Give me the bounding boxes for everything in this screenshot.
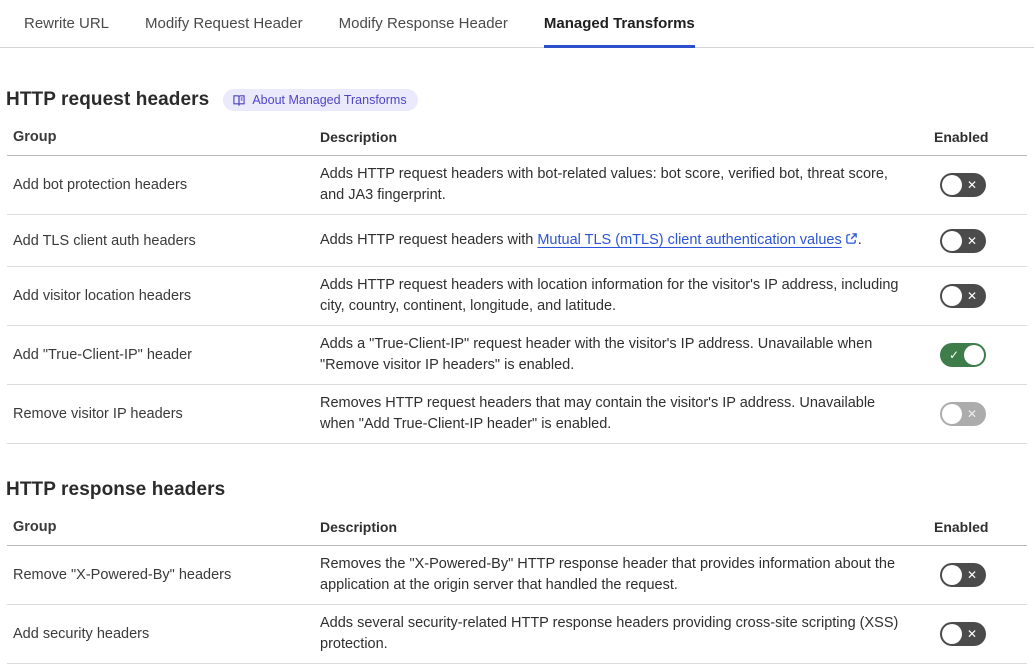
toggle-knob (942, 624, 962, 644)
row-group-label: Remove visitor IP headers (7, 406, 320, 422)
about-managed-transforms-badge[interactable]: About Managed Transforms (223, 89, 417, 111)
toggle-add-bot-protection[interactable]: ✕ (940, 173, 986, 197)
table-row-remove-visitor-ip: Remove visitor IP headers Removes HTTP r… (7, 385, 1027, 444)
column-header-group: Group (7, 519, 320, 535)
table-header-row: Group Description Enabled (7, 515, 1027, 546)
x-icon: ✕ (967, 179, 977, 191)
row-description: Adds HTTP request headers with bot-relat… (320, 164, 934, 206)
toggle-knob (942, 404, 962, 424)
row-group-label: Add bot protection headers (7, 177, 320, 193)
response-headers-section: HTTP response headers Group Description … (0, 479, 1034, 664)
tab-bar: Rewrite URL Modify Request Header Modify… (0, 0, 1034, 48)
row-description: Removes the "X-Powered-By" HTTP response… (320, 554, 934, 596)
badge-label: About Managed Transforms (252, 93, 406, 107)
response-section-header: HTTP response headers (6, 479, 1034, 501)
table-row-remove-x-powered-by: Remove "X-Powered-By" headers Removes th… (7, 546, 1027, 605)
toggle-knob (942, 231, 962, 251)
row-description: Adds several security-related HTTP respo… (320, 613, 934, 655)
column-header-enabled: Enabled (934, 129, 1027, 145)
description-text: . (858, 232, 862, 248)
request-section-header: HTTP request headers About Managed Trans… (6, 89, 1034, 111)
table-row-add-visitor-location: Add visitor location headers Adds HTTP r… (7, 267, 1027, 326)
toggle-remove-x-powered-by[interactable]: ✕ (940, 563, 986, 587)
mtls-link-label: Mutual TLS (mTLS) client authentication … (537, 232, 841, 248)
row-group-label: Add security headers (7, 626, 320, 642)
mtls-link[interactable]: Mutual TLS (mTLS) client authentication … (537, 232, 857, 248)
x-icon: ✕ (967, 569, 977, 581)
row-group-label: Add "True-Client-IP" header (7, 347, 320, 363)
table-row-add-tls-client-auth: Add TLS client auth headers Adds HTTP re… (7, 215, 1027, 267)
toggle-add-visitor-location[interactable]: ✕ (940, 284, 986, 308)
section-title-request: HTTP request headers (6, 89, 209, 111)
check-icon: ✓ (949, 349, 959, 361)
row-description: Adds HTTP request headers with location … (320, 275, 934, 317)
book-icon (232, 93, 246, 107)
request-headers-section: HTTP request headers About Managed Trans… (0, 89, 1034, 444)
table-row-add-true-client-ip: Add "True-Client-IP" header Adds a "True… (7, 326, 1027, 385)
toggle-add-security-headers[interactable]: ✕ (940, 622, 986, 646)
column-header-description: Description (320, 519, 934, 535)
toggle-add-true-client-ip[interactable]: ✓ (940, 343, 986, 367)
tab-modify-response-header[interactable]: Modify Response Header (339, 0, 508, 48)
table-row-add-bot-protection: Add bot protection headers Adds HTTP req… (7, 156, 1027, 215)
row-group-label: Add visitor location headers (7, 288, 320, 304)
column-header-group: Group (7, 129, 320, 145)
toggle-add-tls-client-auth[interactable]: ✕ (940, 229, 986, 253)
x-icon: ✕ (967, 628, 977, 640)
table-row-add-security-headers: Add security headers Adds several securi… (7, 605, 1027, 664)
toggle-knob (942, 565, 962, 585)
column-header-enabled: Enabled (934, 519, 1027, 535)
tab-modify-request-header[interactable]: Modify Request Header (145, 0, 303, 48)
x-icon: ✕ (967, 408, 977, 420)
toggle-remove-visitor-ip: ✕ (940, 402, 986, 426)
x-icon: ✕ (967, 235, 977, 247)
request-headers-table: Group Description Enabled Add bot protec… (7, 125, 1027, 444)
row-group-label: Add TLS client auth headers (7, 233, 320, 249)
row-group-label: Remove "X-Powered-By" headers (7, 567, 320, 583)
response-headers-table: Group Description Enabled Remove "X-Powe… (7, 515, 1027, 664)
row-description: Adds HTTP request headers with Mutual TL… (320, 230, 934, 251)
column-header-description: Description (320, 129, 934, 145)
section-title-response: HTTP response headers (6, 479, 225, 501)
external-link-icon (845, 232, 858, 245)
tab-managed-transforms[interactable]: Managed Transforms (544, 0, 695, 48)
x-icon: ✕ (967, 290, 977, 302)
toggle-knob (942, 175, 962, 195)
tab-rewrite-url[interactable]: Rewrite URL (24, 0, 109, 48)
row-description: Adds a "True-Client-IP" request header w… (320, 334, 934, 376)
row-description: Removes HTTP request headers that may co… (320, 393, 934, 435)
description-text: Adds HTTP request headers with (320, 232, 537, 248)
toggle-knob (942, 286, 962, 306)
table-header-row: Group Description Enabled (7, 125, 1027, 156)
toggle-knob (964, 345, 984, 365)
